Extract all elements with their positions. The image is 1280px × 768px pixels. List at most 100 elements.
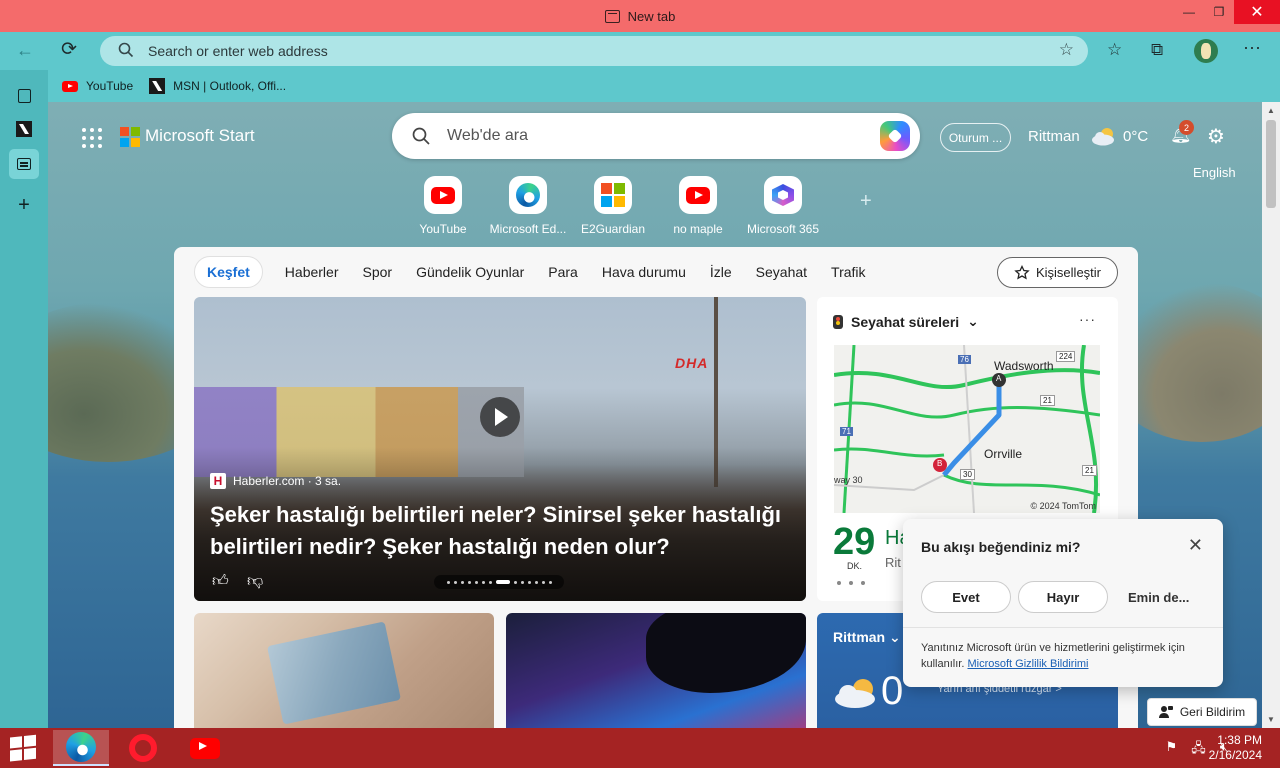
popup-privacy-text: Yanıtınız Microsoft ürün ve hizmetlerini… <box>921 640 1211 672</box>
maximize-button[interactable]: ❐ <box>1204 0 1234 24</box>
youtube-icon <box>686 186 710 204</box>
address-placeholder[interactable]: Search or enter web address <box>148 43 328 59</box>
map-copyright: © 2024 TomTom <box>1030 501 1097 511</box>
map-marker-a: A <box>996 374 1002 383</box>
quicklink-tile <box>594 176 632 214</box>
news-card-money[interactable] <box>194 613 494 728</box>
page-scrollbar[interactable]: ▲ ▼ <box>1262 102 1280 728</box>
map-route-shield: 76 <box>958 355 971 364</box>
youtube-icon <box>431 186 455 204</box>
microsoft-logo-icon <box>120 127 140 147</box>
pagination-dots[interactable] <box>837 581 865 585</box>
bookmarks-bar: YouTube MSN | Outlook, Offi... <box>48 70 1280 102</box>
news-card-keyboard[interactable] <box>506 613 806 728</box>
chevron-down-icon: ⌄ <box>967 313 979 329</box>
signin-button[interactable]: Oturum ... <box>940 123 1011 152</box>
tab-para[interactable]: Para <box>536 256 590 288</box>
scroll-down-icon[interactable]: ▼ <box>1267 715 1275 724</box>
close-icon[interactable]: ✕ <box>1188 535 1203 556</box>
thumbs-up-icon[interactable]: 👍︎ <box>212 572 229 591</box>
quicklink-label: Microsoft Ed... <box>489 222 567 236</box>
notification-count-badge: 2 <box>1179 120 1194 135</box>
tab-hava-durumu[interactable]: Hava durumu <box>590 256 698 288</box>
tab-title: New tab <box>627 8 676 24</box>
taskbar-edge[interactable] <box>53 730 109 766</box>
privacy-link[interactable]: Microsoft Gizlilik Bildirimi <box>967 658 1088 670</box>
map-label: Orrville <box>984 447 1022 461</box>
search-icon <box>118 42 134 58</box>
brand-title[interactable]: Microsoft Start <box>145 126 255 146</box>
no-button[interactable]: Hayır <box>1018 581 1108 613</box>
tab-spor[interactable]: Spor <box>351 256 405 288</box>
quicklink-tile <box>509 176 547 214</box>
travel-title: Seyahat süreleri <box>851 313 960 330</box>
weather-location[interactable]: Rittman <box>1028 128 1080 145</box>
network-icon[interactable]: 🖧︎ <box>1191 739 1206 761</box>
yes-button[interactable]: Evet <box>921 581 1011 613</box>
travel-card-header[interactable]: Seyahat süreleri ⌄ <box>833 313 979 330</box>
tab-haberler[interactable]: Haberler <box>273 256 351 288</box>
taskbar-opera[interactable] <box>115 730 171 766</box>
feedback-button[interactable]: Geri Bildirim <box>1147 698 1257 726</box>
profile-avatar[interactable] <box>1194 39 1218 63</box>
address-bar[interactable]: Search or enter web address ☆ <box>100 36 1088 66</box>
more-menu-button[interactable]: ··· <box>1243 37 1261 58</box>
add-quicklink-button[interactable]: + <box>860 190 872 213</box>
play-video-button[interactable] <box>480 397 520 437</box>
article-headline[interactable]: Şeker hastalığı belirtileri neler? Sinir… <box>210 499 790 563</box>
back-button[interactable]: ← <box>16 40 34 61</box>
tabs-icon <box>17 89 31 103</box>
bookmark-youtube[interactable]: YouTube <box>62 79 133 93</box>
tab-trafik[interactable]: Trafik <box>819 256 877 288</box>
feed-feedback-popup: Bu akışı beğendiniz mi? ✕ Evet Hayır Emi… <box>903 519 1223 687</box>
youtube-icon <box>62 80 78 92</box>
feedback-label: Geri Bildirim <box>1179 705 1246 719</box>
sidebar-news-button[interactable] <box>9 149 39 179</box>
sidebar-add-button[interactable]: + <box>10 191 38 219</box>
quicklink-tile <box>424 176 462 214</box>
tab-izle[interactable]: İzle <box>698 256 744 288</box>
copilot-icon[interactable] <box>880 121 910 151</box>
system-clock[interactable]: 1:38 PM 2/16/2024 <box>1209 733 1262 763</box>
quicklink-m365[interactable]: Microsoft 365 <box>733 176 833 236</box>
personalize-button[interactable]: Kişiselleştir <box>997 257 1118 288</box>
left-sidebar: + <box>0 70 48 728</box>
sidebar-msn-button[interactable] <box>10 115 38 143</box>
hero-news-card[interactable]: DHA H Haberler.com · 3 sa. Şeker hastalı… <box>194 297 806 601</box>
favorites-icon[interactable]: ☆ <box>1107 40 1122 60</box>
tab-kesfet[interactable]: Keşfet <box>194 256 263 288</box>
flag-icon[interactable]: ⚑ <box>1166 739 1178 761</box>
tab-actions-button[interactable] <box>10 82 38 110</box>
scrollbar-thumb[interactable] <box>1266 120 1276 208</box>
tab-gundelik-oyunlar[interactable]: Gündelik Oyunlar <box>404 256 536 288</box>
windows-start-icon[interactable] <box>10 734 38 762</box>
web-search-box[interactable]: Web'de ara <box>392 113 920 159</box>
weather-temperature[interactable]: 0°C <box>1123 128 1148 145</box>
traffic-map[interactable]: A B Wadsworth Orrville way 30 76 71 224 … <box>834 345 1100 513</box>
map-label: Wadsworth <box>994 359 1054 373</box>
chevron-down-icon: ⌄ <box>889 629 901 645</box>
language-link[interactable]: English <box>1193 165 1236 180</box>
minimize-button[interactable]: — <box>1174 0 1204 24</box>
thumbs-down-icon[interactable]: 👎︎ <box>247 572 263 591</box>
cloudy-weather-icon <box>1092 128 1114 146</box>
scroll-up-icon[interactable]: ▲ <box>1267 106 1275 115</box>
carousel-indicator[interactable] <box>434 575 564 589</box>
more-options-button[interactable]: ··· <box>1079 311 1096 327</box>
microsoft-icon <box>601 183 625 207</box>
bookmark-msn[interactable]: MSN | Outlook, Offi... <box>149 78 286 94</box>
settings-gear-icon[interactable]: ⚙ <box>1207 124 1225 149</box>
app-launcher-icon[interactable] <box>82 128 102 148</box>
collections-icon[interactable]: ⧉ <box>1151 40 1163 60</box>
tab-seyahat[interactable]: Seyahat <box>744 256 819 288</box>
source-text: Haberler.com · 3 sa. <box>233 474 342 488</box>
taskbar-youtube[interactable] <box>177 730 233 766</box>
refresh-button[interactable]: ⟳ <box>61 38 77 61</box>
add-favorite-icon[interactable]: ☆ <box>1059 40 1074 60</box>
clock-date: 2/16/2024 <box>1208 748 1262 762</box>
close-window-button[interactable]: ✕ <box>1234 0 1280 24</box>
active-tab[interactable]: New tab <box>604 8 676 24</box>
keyboard-image <box>646 613 806 693</box>
unsure-button[interactable]: Emin de... <box>1128 590 1189 605</box>
map-label: way 30 <box>834 475 863 485</box>
